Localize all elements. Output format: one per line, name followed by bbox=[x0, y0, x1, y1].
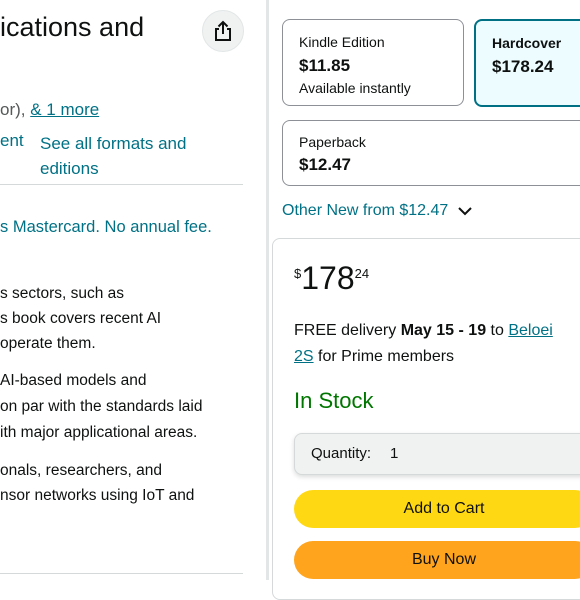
quantity-label: Quantity: bbox=[311, 445, 372, 462]
description-line: ith major applicational areas. bbox=[0, 424, 198, 441]
delivery-to: to bbox=[486, 322, 509, 339]
byline: or), & 1 more bbox=[0, 100, 99, 120]
price-symbol: $ bbox=[294, 266, 302, 281]
see-all-formats-link[interactable]: See all formats and editions bbox=[40, 131, 220, 181]
product-title: ications and bbox=[0, 12, 145, 42]
column-divider bbox=[266, 0, 269, 580]
format-price: $11.85 bbox=[299, 56, 351, 75]
format-name: Kindle Edition bbox=[299, 34, 385, 50]
description-line: AI-based models and bbox=[0, 372, 147, 389]
share-button[interactable] bbox=[202, 10, 244, 52]
format-name: Hardcover bbox=[492, 35, 562, 51]
format-option-paperback[interactable]: Paperback $12.47 bbox=[282, 120, 580, 186]
credit-card-promo-link[interactable]: s Mastercard. No annual fee. bbox=[0, 218, 212, 237]
format-label: ent bbox=[0, 131, 24, 151]
stock-status: In Stock bbox=[294, 388, 374, 413]
description-line: onals, researchers, and bbox=[0, 462, 162, 479]
delivery-suffix: for Prime members bbox=[313, 348, 455, 365]
product-details-column: ications and or), & 1 more ent See all f… bbox=[0, 0, 262, 580]
format-option-hardcover[interactable]: Hardcover $178.24 bbox=[474, 19, 580, 107]
delivery-location-link[interactable]: Beloei bbox=[508, 322, 552, 339]
byline-text: or), bbox=[0, 100, 31, 119]
delivery-info: FREE delivery May 15 - 19 to Beloei 2S fo… bbox=[294, 318, 553, 370]
format-price: $178.24 bbox=[492, 57, 554, 76]
price: $17824 bbox=[294, 260, 369, 297]
price-fraction: 24 bbox=[354, 266, 370, 281]
quantity-value: 1 bbox=[390, 445, 399, 462]
chevron-down-icon bbox=[458, 207, 472, 216]
divider bbox=[0, 184, 243, 185]
format-name: Paperback bbox=[299, 134, 366, 150]
format-availability: Available instantly bbox=[299, 80, 411, 96]
other-new-label: Other New from $12.47 bbox=[282, 202, 449, 219]
share-icon bbox=[215, 20, 231, 41]
price-whole: 178 bbox=[301, 260, 355, 296]
format-option-kindle[interactable]: Kindle Edition $11.85 Available instantl… bbox=[282, 19, 464, 106]
add-to-cart-button[interactable]: Add to Cart bbox=[294, 490, 580, 528]
description-line: nsor networks using IoT and bbox=[0, 487, 195, 504]
more-contributors-link[interactable]: & 1 more bbox=[30, 100, 99, 119]
description-line: s sectors, such as bbox=[0, 285, 125, 302]
quantity-select[interactable]: Quantity: 1 bbox=[294, 433, 580, 475]
description-line: s book covers recent AI bbox=[0, 310, 162, 327]
format-link[interactable]: ent bbox=[0, 131, 24, 150]
description-line: on par with the standards laid bbox=[0, 398, 203, 415]
description-line: operate them. bbox=[0, 335, 96, 352]
format-price: $12.47 bbox=[299, 155, 351, 174]
buy-now-button[interactable]: Buy Now bbox=[294, 541, 580, 579]
divider bbox=[0, 573, 243, 574]
other-new-offers-link[interactable]: Other New from $12.47 bbox=[282, 202, 473, 220]
delivery-dates: May 15 - 19 bbox=[400, 322, 487, 339]
delivery-location-link[interactable]: 2S bbox=[294, 348, 314, 365]
delivery-prefix: FREE delivery bbox=[294, 322, 401, 339]
